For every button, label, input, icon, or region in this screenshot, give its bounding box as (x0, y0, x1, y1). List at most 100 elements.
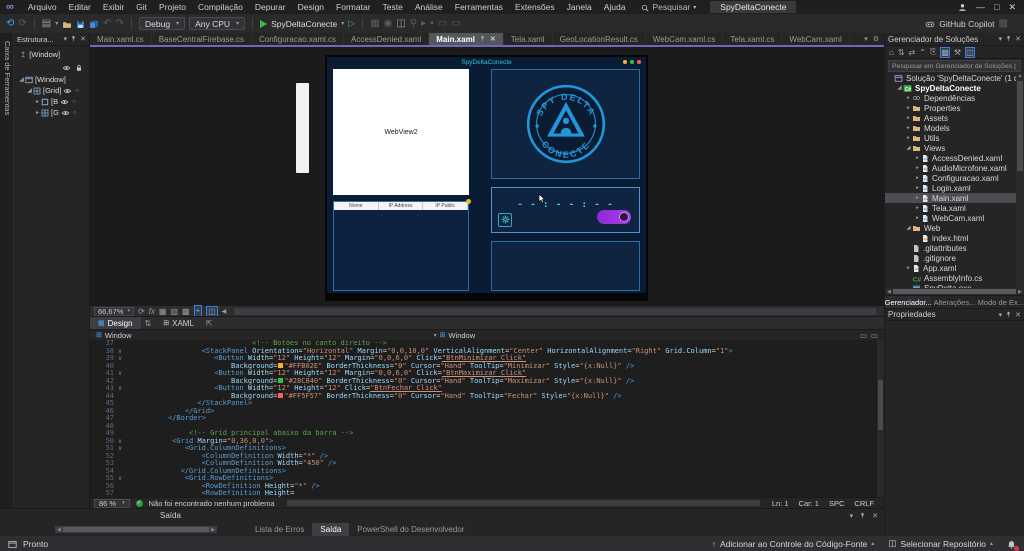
effects-icon[interactable]: fx (149, 307, 155, 316)
tab-main.xaml.cs[interactable]: Main.xaml.cs (90, 33, 152, 45)
tab-main.xaml[interactable]: Main.xaml ✕ (429, 33, 504, 45)
editor-zoom-dropdown[interactable]: 86 % ▾ (94, 498, 130, 508)
attach-icon[interactable]: ▸ (421, 18, 426, 29)
tree-vscrollbar[interactable]: ▲ (1016, 73, 1024, 288)
panel-tab-gerenciador[interactable]: Gerenciador... (885, 296, 932, 308)
collapsed-arrow-icon[interactable]: ▸ (914, 205, 921, 211)
menu-ferramentas[interactable]: Ferramentas (449, 2, 509, 12)
bottom-tab-powershell-do-desenvolvedor[interactable]: PowerShell do Desenvolvedor (349, 523, 472, 536)
tab-xaml[interactable]: ⊞ XAML (155, 317, 202, 329)
tab-tela.xaml[interactable]: Tela.xaml (504, 33, 553, 45)
line-indicator[interactable]: Ln: 1 (772, 499, 789, 508)
solution-item-webcam.xaml[interactable]: ▸ <> WebCam.xaml (885, 213, 1024, 223)
solution-item-web[interactable]: ◢ Web (885, 223, 1024, 233)
undo-icon[interactable]: ↶ (103, 18, 111, 29)
solution-item-solu-o-spydeltaconecte-1-de-1-proj[interactable]: Solução 'SpyDeltaConecte' (1 de 1 proj (885, 73, 1024, 83)
collapsed-arrow-icon[interactable]: ▸ (905, 265, 912, 271)
xaml-designer-surface[interactable]: SpyDeltaConecte WebView2 NomeIP Address (90, 47, 884, 305)
menu-análise[interactable]: Análise (409, 2, 449, 12)
fold-arrow-icon[interactable]: ∨ (114, 370, 126, 378)
extra-icon[interactable]: ▭ (438, 18, 447, 29)
minimize-dot[interactable] (623, 60, 627, 64)
collapsed-arrow-icon[interactable]: ▸ (914, 215, 921, 221)
switch-views-icon[interactable]: ⇅ (898, 48, 905, 57)
close-icon[interactable]: ✕ (872, 512, 878, 520)
solution-item-app.xaml[interactable]: ▸ <> App.xaml (885, 263, 1024, 273)
problems-message[interactable]: Não foi encontrado nenhum problema (149, 499, 275, 508)
tab-list-icon[interactable]: ▾ (864, 35, 868, 43)
tab-webcam.xaml[interactable]: WebCam.xaml (782, 33, 850, 45)
eye-icon[interactable] (60, 97, 69, 106)
save-all-icon[interactable] (89, 18, 99, 28)
editor-vscrollbar[interactable] (877, 340, 884, 497)
search-box[interactable]: Pesquisar ▾ (641, 2, 696, 12)
show-grid-icon[interactable]: ▦ (159, 307, 167, 316)
sync-selection-icon[interactable]: ⎘ (930, 47, 936, 57)
collapsed-arrow-icon[interactable]: ▸ (905, 135, 912, 141)
start-debug-button[interactable]: SpyDeltaConecte ▾ (260, 19, 344, 29)
expanded-arrow-icon[interactable]: ◢ (905, 145, 912, 151)
outline-item-b[interactable]: ▸ [B ○ (14, 96, 89, 107)
split-icon[interactable]: ▭ (871, 331, 878, 340)
collapse-arrow-icon[interactable]: ◢ (26, 87, 33, 94)
menu-arquivo[interactable]: Arquivo (22, 2, 63, 12)
refresh-icon[interactable]: ⟳ (138, 307, 145, 316)
grid-lines-icon[interactable]: ▧ (170, 307, 178, 316)
lock-toggle-icon[interactable]: ○ (75, 88, 79, 94)
lock-icon[interactable] (75, 63, 83, 72)
snap-to-snaplines-icon[interactable]: ◫ (206, 305, 218, 317)
toolbar-options-icon[interactable]: ▪ (430, 18, 434, 29)
live-share-icon[interactable]: ▦ (370, 18, 379, 29)
scroll-left-icon[interactable]: ◀ (222, 308, 227, 315)
chevron-down-icon[interactable]: ▾ (999, 311, 1003, 319)
expand-arrow-icon[interactable]: ▸ (34, 109, 41, 116)
fold-arrow-icon[interactable]: ∨ (114, 475, 126, 483)
split-icon[interactable]: ▭ (860, 331, 867, 340)
tree-hscrollbar[interactable]: ◀ ▶ (885, 288, 1024, 295)
eye-icon[interactable] (61, 108, 70, 117)
menu-formatar[interactable]: Formatar (330, 2, 376, 12)
lock-toggle-icon[interactable]: ○ (72, 99, 76, 105)
tab-tela.xaml.cs[interactable]: Tela.xaml.cs (723, 33, 783, 45)
collapsed-arrow-icon[interactable]: ▸ (914, 175, 921, 181)
menu-teste[interactable]: Teste (377, 2, 409, 12)
solution-item-.gitattributes[interactable]: .gitattributes (885, 243, 1024, 253)
find-icon[interactable]: ⚲ (410, 18, 417, 29)
collapsed-arrow-icon[interactable]: ▸ (914, 165, 921, 171)
menu-editar[interactable]: Editar (63, 2, 97, 12)
design-app-window[interactable]: SpyDeltaConecte WebView2 NomeIP Address (325, 55, 648, 301)
platform-dropdown[interactable]: Any CPU ▾ (189, 17, 246, 30)
solution-item-models[interactable]: ▸ Models (885, 123, 1024, 133)
extra-icon[interactable]: ▭ (451, 18, 460, 29)
notifications-bell-icon[interactable] (1007, 538, 1019, 551)
menu-exibir[interactable]: Exibir (97, 2, 130, 12)
collapsed-arrow-icon[interactable]: ▸ (905, 95, 912, 101)
menu-compilação[interactable]: Compilação (192, 2, 249, 12)
pin-icon[interactable] (479, 35, 486, 42)
designer-hscrollbar[interactable] (234, 307, 876, 315)
menu-janela[interactable]: Janela (561, 2, 598, 12)
tab-geolocationresult.cs[interactable]: GeoLocationResult.cs (553, 33, 646, 45)
menu-depurar[interactable]: Depurar (249, 2, 292, 12)
expanded-arrow-icon[interactable]: ◢ (896, 85, 903, 91)
solution-item-accessdenied.xaml[interactable]: ▸ <> AccessDenied.xaml (885, 153, 1024, 163)
run-without-debug-icon[interactable]: ▷ (348, 18, 355, 29)
properties-icon[interactable]: ⚒ (954, 48, 961, 57)
solution-item-assets[interactable]: ▸ Assets (885, 113, 1024, 123)
code-line-42[interactable]: 42 Background= "#28C840" BorderThickness="… (90, 377, 884, 386)
solution-item-views[interactable]: ◢ Views (885, 143, 1024, 153)
eol-indicator[interactable]: CRLF (854, 499, 874, 508)
home-icon[interactable]: ⌂ (889, 48, 894, 57)
menu-git[interactable]: Git (130, 2, 153, 12)
open-folder-icon[interactable] (62, 18, 72, 28)
bottom-tab-saída[interactable]: Saída (312, 523, 350, 536)
breakpoint-icon[interactable]: ◉ (384, 18, 393, 29)
collapsed-arrow-icon[interactable]: ▸ (914, 195, 921, 201)
fold-arrow-icon[interactable]: ∨ (114, 445, 126, 453)
collapsed-arrow-icon[interactable]: ▸ (905, 125, 912, 131)
chevron-down-icon[interactable]: ▾ (64, 35, 68, 43)
panel-tab-alteraes[interactable]: Alterações... (931, 296, 977, 308)
xaml-code-editor[interactable]: 37 <!-- Botões no canto direito --> 38 ∨ <St… (90, 340, 884, 497)
fold-arrow-icon[interactable]: ∨ (114, 385, 126, 393)
close-button[interactable]: ✕ (1008, 2, 1016, 13)
